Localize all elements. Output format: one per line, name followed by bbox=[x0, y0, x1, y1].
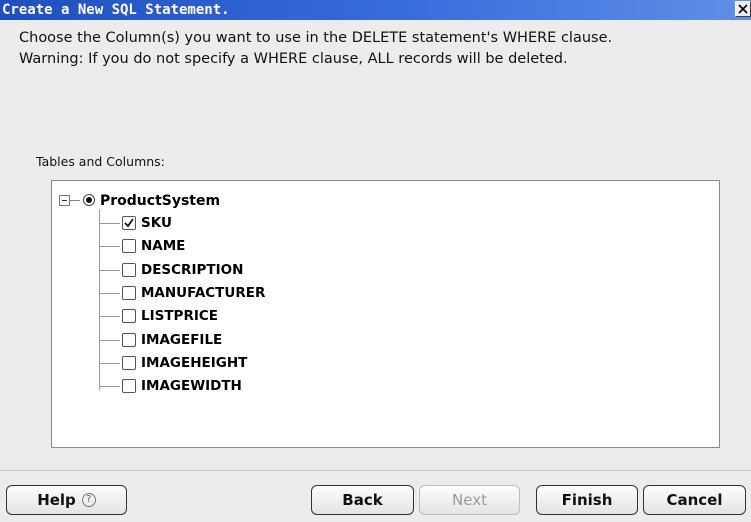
tree-connector bbox=[100, 340, 120, 341]
column-item[interactable]: IMAGEWIDTH bbox=[100, 377, 400, 395]
column-label: LISTPRICE bbox=[141, 308, 218, 324]
tree-connector bbox=[100, 293, 120, 294]
cancel-button[interactable]: Cancel bbox=[643, 485, 746, 515]
help-icon: ? bbox=[81, 493, 96, 507]
table-radio-button[interactable] bbox=[83, 194, 95, 206]
tree-connector bbox=[100, 363, 120, 364]
back-button[interactable]: Back bbox=[311, 485, 414, 515]
close-button[interactable] bbox=[735, 1, 751, 17]
next-button-label: Next bbox=[452, 491, 487, 509]
tree-connector bbox=[100, 246, 120, 247]
help-button[interactable]: Help ? bbox=[6, 485, 127, 515]
column-checkbox[interactable] bbox=[122, 356, 136, 370]
column-checkbox[interactable] bbox=[122, 333, 136, 347]
column-label: IMAGEHEIGHT bbox=[141, 355, 248, 371]
column-label: DESCRIPTION bbox=[141, 262, 244, 278]
cancel-button-label: Cancel bbox=[666, 491, 723, 509]
tree-connector bbox=[70, 200, 80, 201]
column-label: MANUFACTURER bbox=[141, 285, 266, 301]
column-checkbox[interactable] bbox=[122, 379, 136, 393]
close-icon bbox=[738, 4, 748, 14]
column-checkbox[interactable] bbox=[122, 263, 136, 277]
table-name: ProductSystem bbox=[100, 193, 221, 209]
column-item[interactable]: SKU bbox=[100, 214, 400, 232]
checkmark-icon bbox=[124, 218, 134, 228]
footer-divider bbox=[0, 470, 751, 471]
column-label: IMAGEFILE bbox=[141, 332, 223, 348]
column-checkbox[interactable] bbox=[122, 239, 136, 253]
column-checkbox[interactable] bbox=[122, 286, 136, 300]
tree-connector bbox=[100, 223, 120, 224]
column-item[interactable]: MANUFACTURER bbox=[100, 284, 400, 302]
tree-connector bbox=[100, 270, 120, 271]
column-label: IMAGEWIDTH bbox=[141, 378, 242, 394]
title-bar: Create a New SQL Statement. bbox=[0, 0, 751, 20]
warning-line: Warning: If you do not specify a WHERE c… bbox=[19, 51, 568, 67]
finish-button-label: Finish bbox=[561, 491, 613, 509]
tree-connector bbox=[100, 316, 120, 317]
collapse-icon[interactable] bbox=[59, 195, 70, 206]
column-item[interactable]: IMAGEHEIGHT bbox=[100, 354, 400, 372]
instructions: Choose the Column(s) you want to use in … bbox=[19, 28, 744, 70]
column-item[interactable]: DESCRIPTION bbox=[100, 261, 400, 279]
next-button[interactable]: Next bbox=[419, 485, 520, 515]
finish-button[interactable]: Finish bbox=[536, 485, 638, 515]
column-item[interactable]: NAME bbox=[100, 237, 400, 255]
tables-columns-tree[interactable]: ProductSystem SKU NAME DESCRIPTION MANUFACT… bbox=[51, 180, 720, 448]
window-title: Create a New SQL Statement. bbox=[2, 2, 230, 18]
column-item[interactable]: IMAGEFILE bbox=[100, 331, 400, 349]
tree-connector bbox=[100, 386, 120, 387]
instruction-line: Choose the Column(s) you want to use in … bbox=[19, 30, 613, 46]
column-label: NAME bbox=[141, 238, 186, 254]
back-button-label: Back bbox=[342, 491, 383, 509]
tables-columns-label: Tables and Columns: bbox=[36, 154, 165, 169]
column-checkbox[interactable] bbox=[122, 309, 136, 323]
column-item[interactable]: LISTPRICE bbox=[100, 307, 400, 325]
column-label: SKU bbox=[141, 215, 172, 231]
help-button-label: Help bbox=[37, 491, 76, 509]
column-checkbox[interactable] bbox=[122, 216, 136, 230]
